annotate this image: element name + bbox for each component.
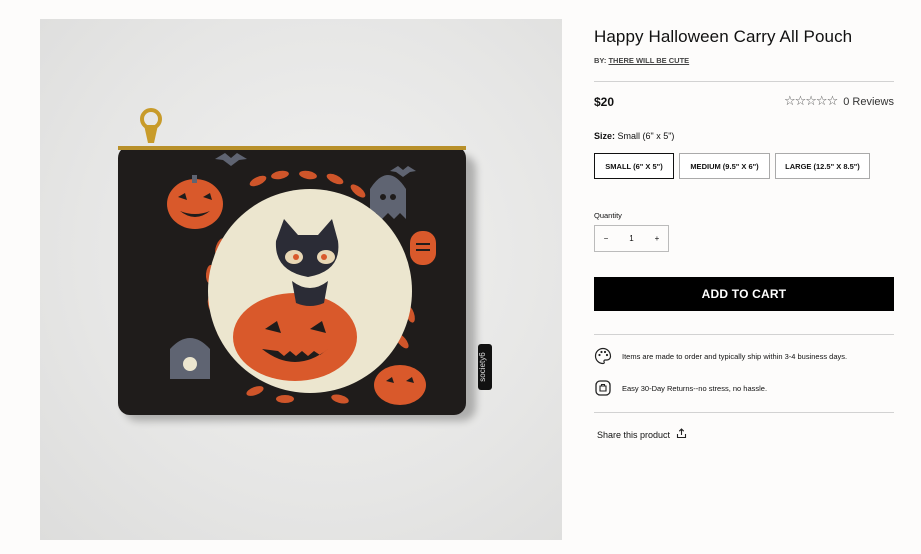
divider xyxy=(594,334,894,335)
size-label: Size: Small (6" x 5") xyxy=(594,131,674,141)
share-icon xyxy=(676,428,687,441)
product-title: Happy Halloween Carry All Pouch xyxy=(594,27,853,46)
zipper-pull xyxy=(140,108,162,143)
artist-link[interactable]: THERE WILL BE CUTE xyxy=(608,56,689,65)
returns-info: Easy 30-Day Returns--no stress, no hassl… xyxy=(594,379,767,397)
jack-o-lantern xyxy=(233,293,357,381)
size-selected-value: Small (6" x 5") xyxy=(617,131,675,141)
size-option-small[interactable]: SMALL (6" X 5") xyxy=(594,153,674,179)
divider xyxy=(594,412,894,413)
share-label: Share this product xyxy=(597,429,671,440)
palette-icon xyxy=(594,347,612,365)
size-options: SMALL (6" X 5") MEDIUM (9.5" X 6") LARGE… xyxy=(594,153,870,179)
reviews-link[interactable]: 0 Reviews xyxy=(843,96,894,108)
artist-byline: BY: THERE WILL BE CUTE xyxy=(594,56,689,65)
returns-text: Easy 30-Day Returns--no stress, no hassl… xyxy=(622,383,768,393)
size-label-text: Size: xyxy=(594,131,616,141)
divider xyxy=(594,81,894,82)
star-rating-icon: ☆☆☆☆☆ xyxy=(783,94,838,109)
shipping-text: Items are made to order and typically sh… xyxy=(622,351,848,361)
quantity-decrease-button[interactable]: − xyxy=(595,234,617,243)
product-image: society6 xyxy=(40,19,562,540)
size-option-large[interactable]: LARGE (12.5" X 8.5") xyxy=(775,153,870,179)
society6-tag: society6 xyxy=(478,352,487,382)
returns-icon xyxy=(594,379,612,397)
byline-prefix: BY: xyxy=(594,56,609,65)
quantity-label: Quantity xyxy=(594,211,622,220)
quantity-increase-button[interactable]: + xyxy=(646,234,668,243)
size-option-medium[interactable]: MEDIUM (9.5" X 6") xyxy=(679,153,770,179)
shipping-info: Items are made to order and typically sh… xyxy=(594,347,847,365)
rating[interactable]: ☆☆☆☆☆ 0 Reviews xyxy=(784,94,894,109)
quantity-stepper: − 1 + xyxy=(594,225,669,252)
add-to-cart-button[interactable]: ADD TO CART xyxy=(594,277,894,311)
share-product-button[interactable]: Share this product xyxy=(597,428,687,441)
product-price: $20 xyxy=(594,95,615,109)
quantity-value[interactable]: 1 xyxy=(621,234,643,243)
